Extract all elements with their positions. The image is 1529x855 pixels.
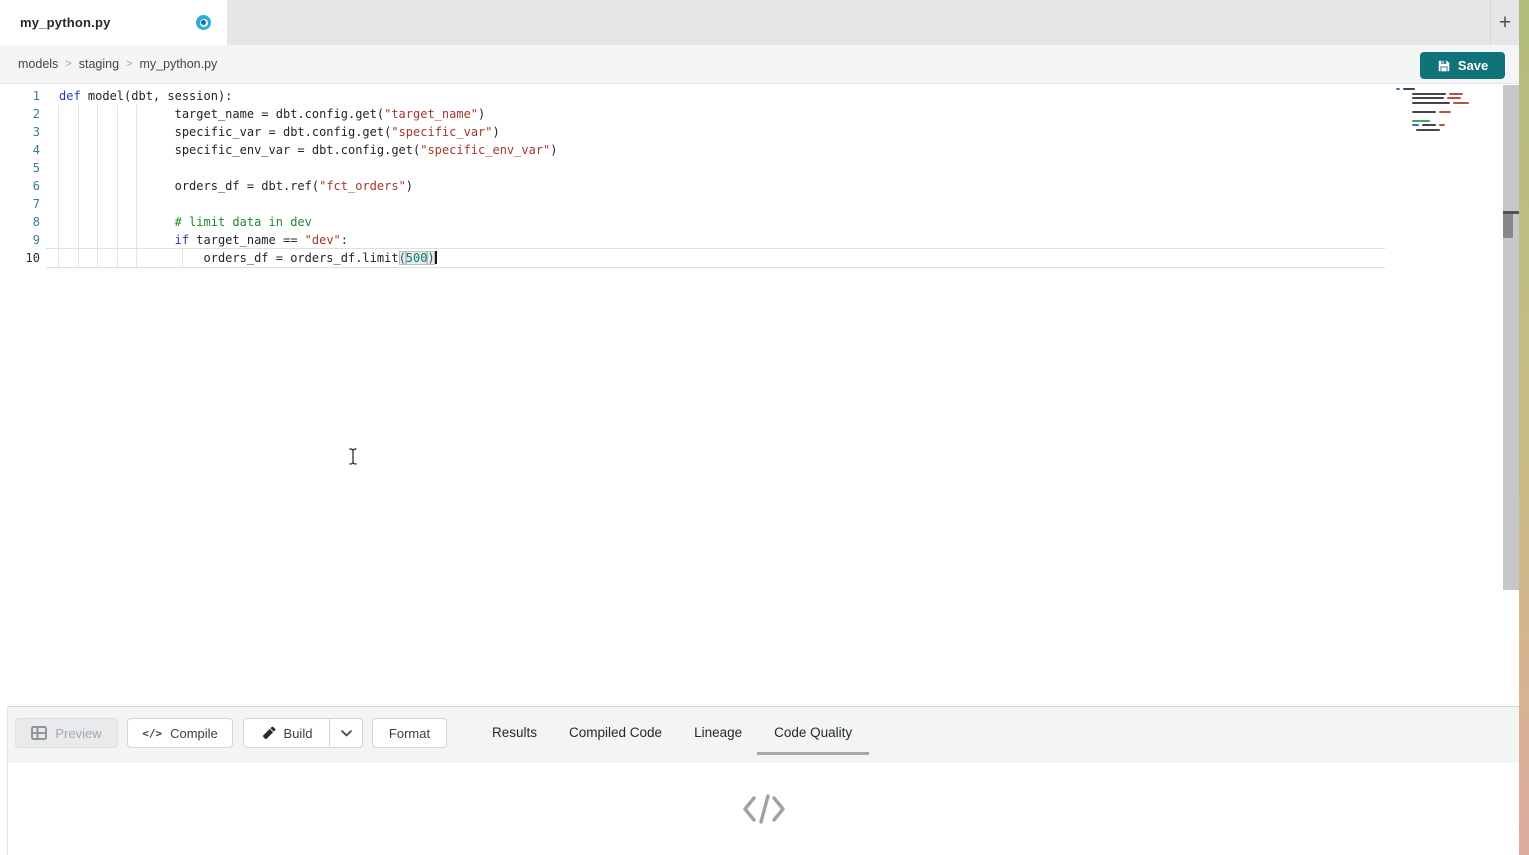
tab-compiled-code[interactable]: Compiled Code: [569, 723, 662, 743]
code-text: # limit data in dev: [40, 213, 312, 231]
minimap-line: [1396, 93, 1504, 95]
line-number: 8: [0, 213, 40, 231]
code-line-5[interactable]: 5: [0, 159, 1390, 177]
preview-button[interactable]: Preview: [15, 718, 118, 748]
code-line-3[interactable]: 3 specific_var = dbt.config.get("specifi…: [0, 123, 1390, 141]
line-number: 1: [0, 87, 40, 105]
bottom-toolbar: Preview </> Compile Build Format Results…: [8, 706, 1519, 763]
tab-results[interactable]: Results: [492, 723, 537, 743]
format-button[interactable]: Format: [372, 718, 447, 748]
line-number: 5: [0, 159, 40, 177]
code-text: orders_df = orders_df.limit(500): [40, 249, 437, 267]
code-line-10[interactable]: 10 orders_df = orders_df.limit(500): [0, 249, 1390, 267]
code-text: def model(dbt, session):: [40, 87, 232, 105]
minimap-line: [1396, 115, 1504, 117]
minimap-line: [1396, 129, 1504, 131]
build-button[interactable]: Build: [243, 718, 330, 748]
tab-code-quality[interactable]: Code Quality: [774, 723, 852, 743]
minimap-line: [1396, 88, 1504, 90]
line-number: 2: [0, 105, 40, 123]
line-number: 9: [0, 231, 40, 249]
code-text: [40, 195, 59, 213]
save-button-label: Save: [1458, 58, 1488, 73]
unsaved-changes-icon: [196, 15, 211, 30]
line-number: 4: [0, 141, 40, 159]
ide-window: my_python.py + models > staging > my_pyt…: [0, 0, 1519, 855]
code-text: specific_env_var = dbt.config.get("speci…: [40, 141, 558, 159]
code-text: orders_df = dbt.ref("fct_orders"): [40, 177, 413, 195]
build-button-label: Build: [284, 726, 313, 741]
code-line-9[interactable]: 9 if target_name == "dev":: [0, 231, 1390, 249]
code-lines[interactable]: 1def model(dbt, session):2 target_name =…: [0, 87, 1390, 267]
hammer-icon: [261, 726, 276, 741]
code-line-2[interactable]: 2 target_name = dbt.config.get("target_n…: [0, 105, 1390, 123]
code-text: if target_name == "dev":: [40, 231, 348, 249]
result-tab-strip: Results Compiled Code Lineage Code Quality: [492, 723, 852, 743]
build-options-dropdown-button[interactable]: [329, 718, 363, 748]
compile-button[interactable]: </> Compile: [127, 718, 233, 748]
minimap[interactable]: [1396, 88, 1504, 133]
minimap-line: [1396, 111, 1504, 113]
code-text: target_name = dbt.config.get("target_nam…: [40, 105, 485, 123]
code-text: [40, 159, 59, 177]
code-line-1[interactable]: 1def model(dbt, session):: [0, 87, 1390, 105]
save-floppy-icon: [1437, 59, 1451, 73]
breadcrumb-bar: models > staging > my_python.py Save: [0, 45, 1519, 84]
code-slash-icon: [741, 790, 787, 828]
code-line-4[interactable]: 4 specific_env_var = dbt.config.get("spe…: [0, 141, 1390, 159]
minimap-line: [1396, 120, 1504, 122]
format-button-label: Format: [389, 726, 430, 741]
breadcrumb-file[interactable]: my_python.py: [139, 57, 217, 71]
file-tab-label: my_python.py: [20, 15, 111, 30]
new-tab-button[interactable]: +: [1490, 0, 1519, 45]
line-number: 6: [0, 177, 40, 195]
code-line-7[interactable]: 7: [0, 195, 1390, 213]
code-quality-panel: [8, 763, 1519, 855]
save-button[interactable]: Save: [1420, 52, 1505, 79]
chevron-down-icon: [341, 730, 352, 737]
preview-button-label: Preview: [55, 726, 101, 741]
chevron-right-icon: >: [65, 58, 71, 70]
breadcrumb-staging[interactable]: staging: [79, 57, 119, 71]
code-text: specific_var = dbt.config.get("specific_…: [40, 123, 500, 141]
code-editor[interactable]: 1def model(dbt, session):2 target_name =…: [0, 84, 1519, 706]
code-line-6[interactable]: 6 orders_df = dbt.ref("fct_orders"): [0, 177, 1390, 195]
compile-button-label: Compile: [170, 726, 218, 741]
file-tab-my-python[interactable]: my_python.py: [0, 0, 227, 45]
chevron-right-icon: >: [126, 58, 132, 70]
breadcrumb-models[interactable]: models: [18, 57, 58, 71]
line-number: 10: [0, 249, 40, 267]
code-line-8[interactable]: 8 # limit data in dev: [0, 213, 1390, 231]
code-brackets-icon: </>: [142, 727, 162, 740]
tab-lineage[interactable]: Lineage: [694, 723, 742, 743]
unsaved-dot-core: [201, 20, 206, 25]
minimap-line: [1396, 97, 1504, 99]
minimap-line: [1396, 124, 1504, 126]
line-number: 3: [0, 123, 40, 141]
minimap-line: [1396, 106, 1504, 108]
line-number: 7: [0, 195, 40, 213]
vertical-scrollbar[interactable]: [1503, 85, 1519, 590]
mouse-cursor-ibeam: [347, 447, 359, 466]
scrollbar-handle[interactable]: [1503, 214, 1513, 238]
file-tab-bar: my_python.py +: [0, 0, 1519, 45]
desktop-background-strip: [1519, 0, 1529, 855]
table-grid-icon: [31, 726, 47, 740]
minimap-line: [1396, 102, 1504, 104]
